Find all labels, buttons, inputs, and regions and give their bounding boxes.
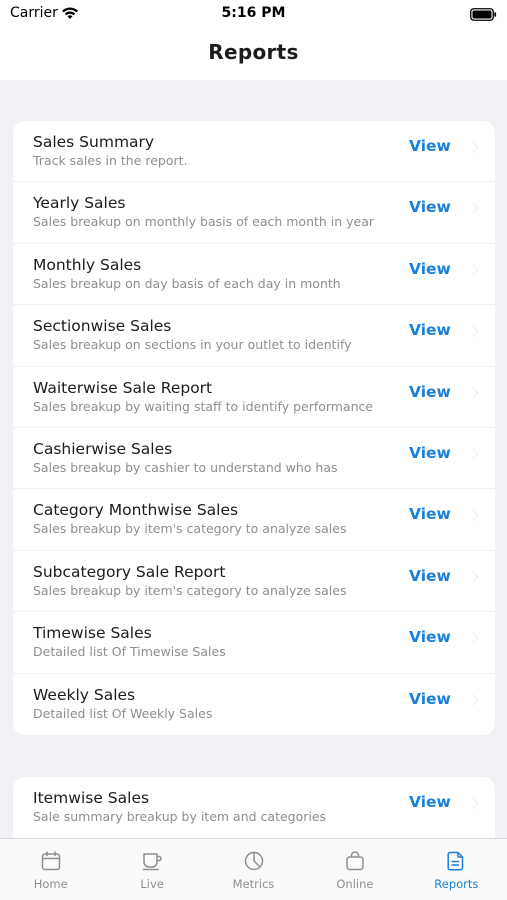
tab-label: Online	[336, 877, 374, 891]
status-time: 5:16 PM	[221, 5, 286, 21]
report-row-itemwise-sales[interactable]: Itemwise Sales Sale summary breakup by i…	[13, 777, 495, 838]
report-title: Sales Summary	[33, 133, 155, 151]
report-title: Itemwise Sales	[33, 789, 150, 807]
view-button[interactable]: View	[409, 383, 451, 401]
view-button[interactable]: View	[409, 321, 451, 339]
chevron-right-icon	[467, 386, 479, 399]
pie-chart-icon	[244, 851, 263, 871]
report-title: Timewise Sales	[33, 624, 152, 643]
report-row-monthly-sales[interactable]: Monthly Sales Sales breakup on day basis…	[13, 244, 495, 306]
report-description: Sales breakup on day basis of each day i…	[33, 275, 341, 291]
view-button[interactable]: View	[409, 260, 451, 278]
report-title: Yearly Sales	[33, 194, 126, 213]
view-button[interactable]: View	[409, 628, 451, 646]
view-button[interactable]: View	[409, 505, 451, 523]
report-title: Weekly Sales	[33, 685, 136, 704]
chevron-right-icon	[467, 202, 479, 215]
view-button[interactable]: View	[409, 444, 451, 462]
battery-icon	[470, 8, 497, 21]
chevron-right-icon	[467, 264, 479, 276]
report-title: Monthly Sales	[33, 255, 142, 274]
report-row-cashierwise-sales[interactable]: Cashierwise Sales Sales breakup by cashi…	[13, 428, 495, 490]
status-bar: Carrier 5:16 PM	[0, 0, 507, 28]
view-button[interactable]: View	[409, 793, 451, 811]
tab-metrics[interactable]: Metrics	[203, 839, 304, 900]
page-title: Reports	[208, 40, 299, 64]
report-title: Subcategory Sale Report	[33, 562, 226, 581]
chevron-right-icon	[467, 141, 479, 153]
report-description: Detailed list Of Timewise Sales	[33, 644, 226, 660]
report-description: Detailed list Of Weekly Sales	[33, 705, 213, 721]
report-description: Sales breakup by cashier to understand w…	[33, 459, 338, 475]
report-row-yearly-sales[interactable]: Yearly Sales Sales breakup on monthly ba…	[13, 182, 495, 244]
calendar-icon	[41, 851, 60, 871]
chevron-right-icon	[467, 325, 479, 337]
tab-label: Home	[33, 877, 68, 891]
report-row-subcategory-sale-report[interactable]: Subcategory Sale Report Sales breakup by…	[13, 551, 495, 613]
view-button[interactable]: View	[409, 690, 451, 708]
tab-online[interactable]: Online	[304, 839, 405, 900]
tab-home[interactable]: Home	[0, 839, 101, 900]
chevron-right-icon	[467, 632, 479, 644]
chevron-right-icon	[467, 797, 479, 809]
tab-label: Metrics	[232, 877, 275, 891]
reports-section-card: Itemwise Sales Sale summary breakup by i…	[13, 777, 495, 838]
reports-section-card: Sales Summary Track sales in the report.…	[13, 121, 495, 735]
report-title: Sectionwise Sales	[33, 317, 172, 336]
document-icon	[447, 851, 464, 871]
report-row-waiterwise-sale-report[interactable]: Waiterwise Sale Report Sales breakup by …	[13, 367, 495, 428]
chevron-right-icon	[467, 693, 479, 706]
view-button[interactable]: View	[409, 567, 451, 585]
report-title: Waiterwise Sale Report	[33, 378, 213, 397]
tab-bar: Home Live Metrics Online Reports	[0, 838, 507, 900]
report-description: Sales breakup by item's category to anal…	[33, 582, 347, 598]
report-title: Cashierwise Sales	[33, 439, 173, 458]
report-title: Category Monthwise Sales	[33, 501, 239, 520]
report-row-weekly-sales[interactable]: Weekly Sales Detailed list Of Weekly Sal…	[13, 674, 495, 735]
tab-label: Live	[140, 877, 164, 891]
report-description: Sales breakup by waiting staff to identi…	[33, 398, 374, 414]
bag-icon	[346, 851, 364, 871]
chevron-right-icon	[467, 509, 479, 522]
tab-reports[interactable]: Reports	[406, 839, 507, 900]
tab-label: Reports	[434, 877, 479, 891]
reports-list[interactable]: Sales Summary Track sales in the report.…	[0, 80, 507, 838]
report-row-sales-summary[interactable]: Sales Summary Track sales in the report.…	[13, 121, 495, 183]
report-description: Sales breakup by item's category to anal…	[33, 521, 347, 537]
cup-icon	[142, 853, 162, 871]
report-row-category-monthwise-sales[interactable]: Category Monthwise Sales Sales breakup b…	[13, 489, 495, 551]
chevron-right-icon	[467, 448, 479, 460]
report-row-sectionwise-sales[interactable]: Sectionwise Sales Sales breakup on secti…	[13, 305, 495, 367]
navigation-bar: Reports	[0, 28, 507, 80]
report-description: Track sales in the report.	[33, 153, 188, 168]
chevron-right-icon	[467, 571, 479, 583]
tab-live[interactable]: Live	[101, 839, 202, 900]
view-button[interactable]: View	[409, 137, 451, 155]
view-button[interactable]: View	[409, 198, 451, 216]
report-row-timewise-sales[interactable]: Timewise Sales Detailed list Of Timewise…	[13, 612, 495, 674]
report-description: Sales breakup on monthly basis of each m…	[33, 214, 375, 230]
report-description: Sale summary breakup by item and categor…	[33, 809, 327, 824]
report-description: Sales breakup on sections in your outlet…	[33, 337, 352, 353]
